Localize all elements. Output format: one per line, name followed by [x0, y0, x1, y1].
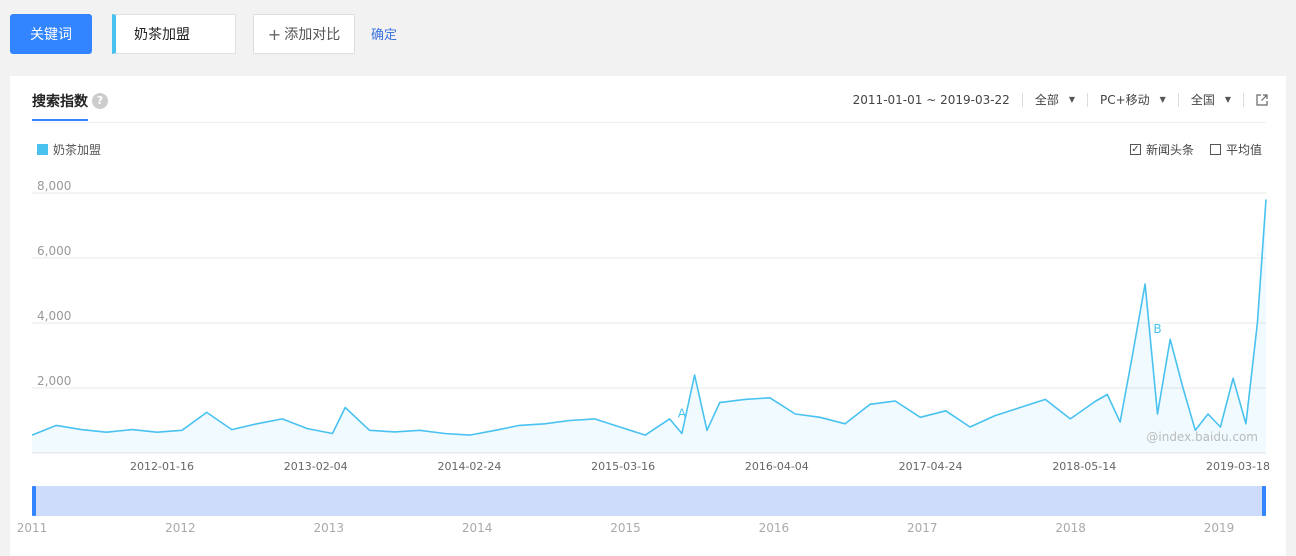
x-tick-label: 2015-03-16 — [591, 460, 655, 473]
navigator-year-label: 2018 — [1055, 521, 1086, 535]
x-tick-label: 2017-04-24 — [899, 460, 963, 473]
y-tick-label: 4,000 — [37, 309, 71, 323]
x-tick-label: 2014-02-24 — [437, 460, 501, 473]
navigator-handle-left — [32, 486, 36, 516]
plus-icon: + — [267, 24, 282, 44]
annotation-label: A — [678, 406, 687, 420]
x-tick-label: 2013-02-04 — [284, 460, 348, 473]
navigator-selection — [34, 486, 1264, 516]
navigator-year-label: 2014 — [462, 521, 493, 535]
y-tick-label: 6,000 — [37, 244, 71, 258]
navigator-year-label: 2016 — [759, 521, 790, 535]
navigator-year-label: 2013 — [313, 521, 344, 535]
navigator-year-label: 2015 — [610, 521, 641, 535]
search-index-chart: 2,000 4,000 6,000 8,000 A B @index.baidu.com 20… — [17, 179, 1270, 535]
keyword-button[interactable]: 关键词 — [10, 14, 92, 54]
x-tick-label: 2016-04-04 — [745, 460, 809, 473]
watermark: @index.baidu.com — [1146, 430, 1258, 444]
navigator-year-label: 2012 — [165, 521, 196, 535]
series-area — [32, 199, 1266, 453]
search-index-panel: 搜索指数 ? 2011-01-01 ~ 2019-03-22 全部 ▼ PC+移动… — [10, 76, 1286, 556]
x-tick-label: 2019-03-18 — [1206, 460, 1270, 473]
x-tick-label: 2018-05-14 — [1052, 460, 1116, 473]
add-compare-label: 添加对比 — [284, 27, 341, 43]
x-tick-label: 2012-01-16 — [130, 460, 194, 473]
navigator-year-label: 2019 — [1204, 521, 1235, 535]
navigator-handle-right — [1262, 486, 1266, 516]
y-tick-label: 2,000 — [37, 374, 71, 388]
series-line — [31, 199, 1267, 436]
add-compare-button[interactable]: + 添加对比 — [253, 14, 355, 54]
keyword-input[interactable]: 奶茶加盟 — [112, 14, 236, 54]
y-tick-label: 8,000 — [37, 179, 71, 193]
keyword-toolbar: 关键词 奶茶加盟 + 添加对比 确定 — [0, 0, 1296, 70]
navigator-year-label: 2011 — [17, 521, 48, 535]
navigator-year-label: 2017 — [907, 521, 938, 535]
confirm-link[interactable]: 确定 — [371, 24, 397, 43]
annotation-label: B — [1153, 322, 1161, 336]
